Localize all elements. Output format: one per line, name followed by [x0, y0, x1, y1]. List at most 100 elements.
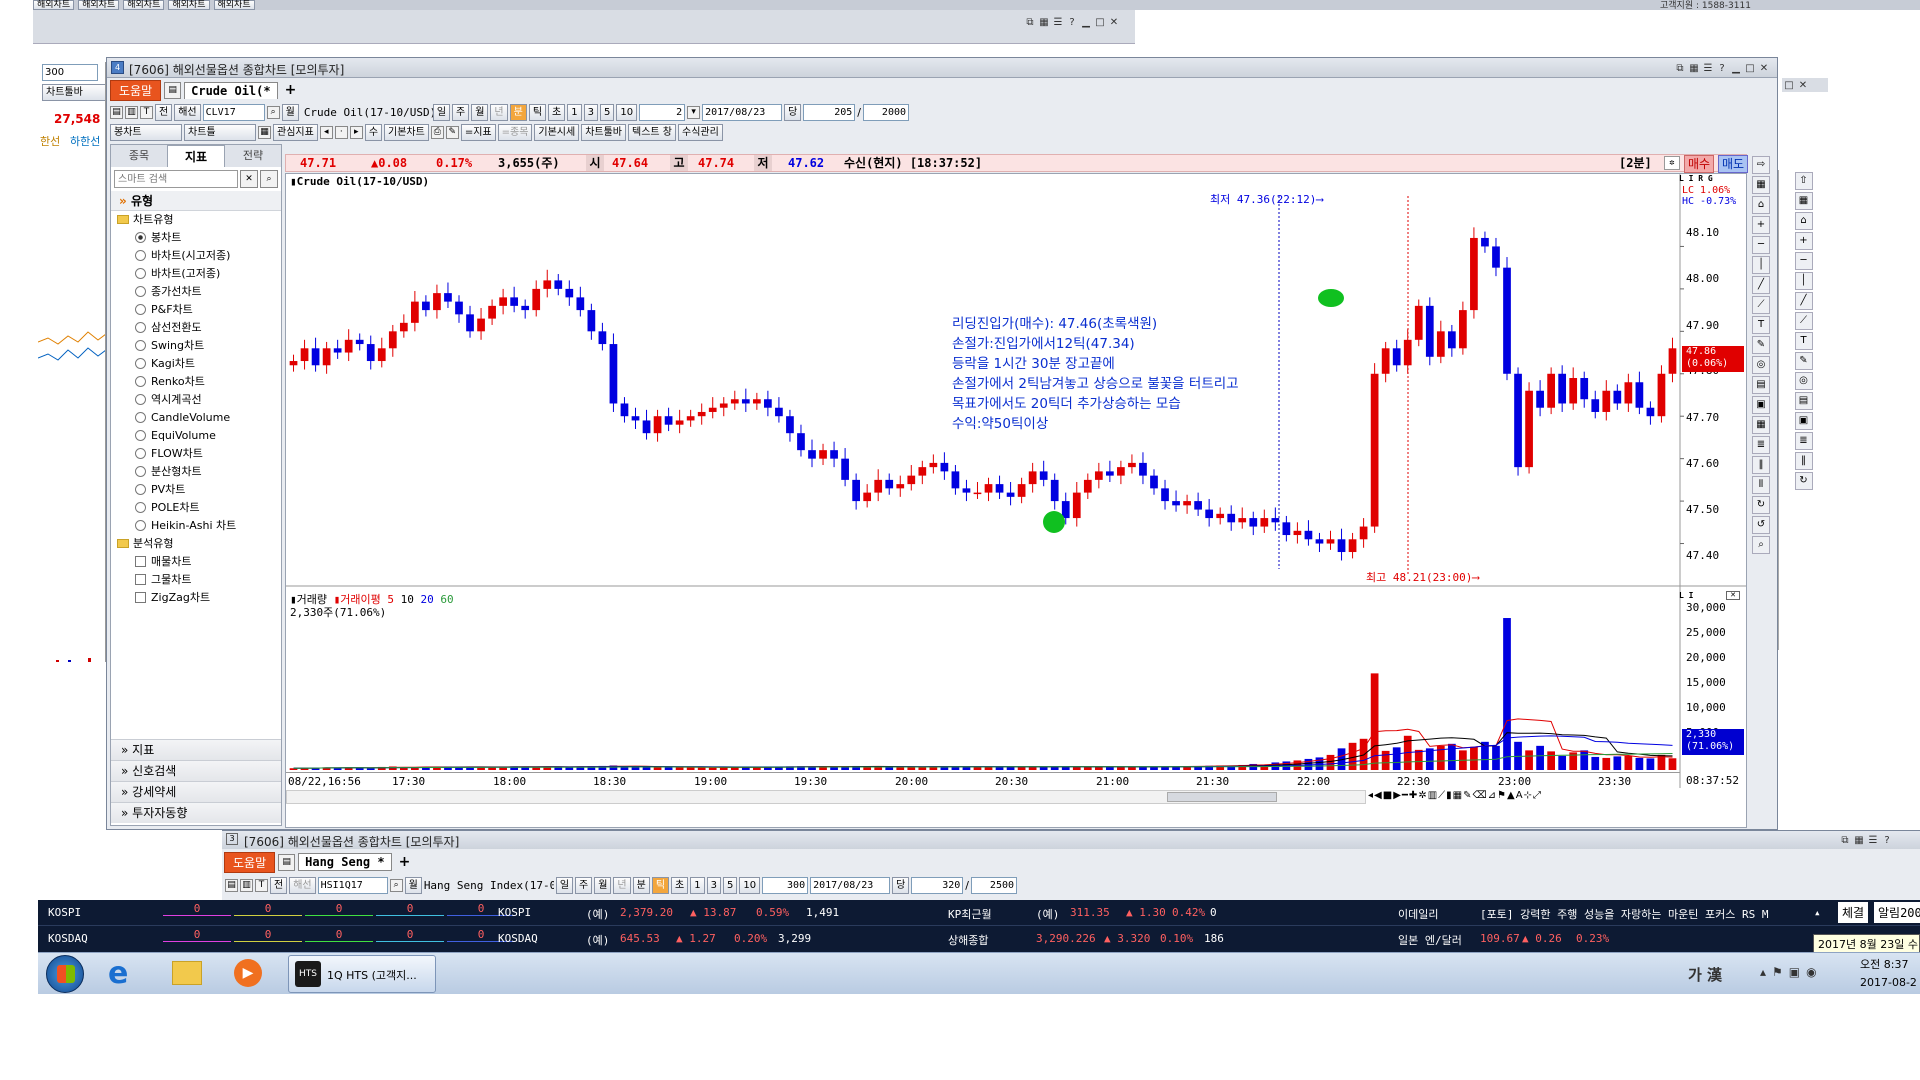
refresh-icon[interactable]: ↻	[1794, 472, 1813, 490]
month-button[interactable]: 월	[404, 876, 422, 894]
interval-combo[interactable]: 300	[762, 876, 809, 894]
buy-button[interactable]: 매수	[1684, 155, 1715, 173]
trade-tab[interactable]: 체결	[1838, 902, 1869, 923]
date-input[interactable]: 2017/08/23	[810, 876, 891, 894]
chart-type-line[interactable]: 종가선차트	[111, 283, 281, 301]
fibo-icon[interactable]: ≣	[1752, 436, 1770, 454]
pen-icon[interactable]: ✎	[1752, 336, 1770, 354]
crosshair-icon[interactable]: +	[1794, 232, 1813, 250]
print-icon[interactable]: ⎙	[430, 125, 444, 139]
period-tick[interactable]: 틱	[651, 876, 670, 894]
news-headline[interactable]: [포토] 강력한 주행 성능을 자랑하는 마운틴 포커스 RS M	[1480, 906, 1810, 922]
font-icon[interactable]: A	[1516, 790, 1523, 804]
settings-icon[interactable]: ✲	[1418, 790, 1426, 804]
calendar-icon[interactable]: ▤	[1794, 392, 1813, 410]
help-icon[interactable]: ?	[1715, 63, 1729, 75]
close-icon[interactable]: ✕	[1757, 63, 1771, 75]
chart-scrollbar[interactable]	[286, 790, 1366, 804]
up-arrow-icon[interactable]: ⇧	[1794, 172, 1813, 190]
tab-indicator[interactable]: 지표	[167, 145, 225, 167]
total-input[interactable]: 2000	[863, 103, 910, 121]
layout-icon[interactable]: ▤	[225, 878, 238, 892]
pane-close-icon[interactable]: ✕	[1726, 591, 1740, 600]
candle-icon[interactable]: ▥	[1428, 790, 1437, 804]
chart-type-swing[interactable]: Swing차트	[111, 337, 281, 355]
tab-strategy[interactable]: 전략	[225, 145, 281, 167]
volume-pane-controls[interactable]: L I	[1679, 591, 1693, 600]
interval-5[interactable]: 5	[722, 876, 738, 894]
tray-icons[interactable]: ▴⚑▣◉	[1760, 965, 1823, 979]
indicator-button[interactable]: =지표	[460, 123, 496, 141]
layout-icon[interactable]: ▦	[1794, 192, 1813, 210]
help-icon[interactable]: ?	[1880, 835, 1894, 847]
dot-icon[interactable]: ·	[334, 125, 348, 139]
scroll-left-icon[interactable]: ◂	[1368, 790, 1373, 804]
interval-combo[interactable]: 2	[639, 103, 686, 121]
interval-10[interactable]: 10	[616, 103, 638, 121]
mark-icon[interactable]: ⊿	[1488, 790, 1496, 804]
bulb-icon[interactable]: ◎	[1752, 356, 1770, 374]
search-icon[interactable]: ⌕	[389, 878, 403, 892]
arrow-icon[interactable]: ⇨	[1752, 156, 1770, 174]
magnifier-icon[interactable]: ⌕	[1752, 536, 1770, 554]
bars-icon[interactable]: ‖	[1752, 456, 1770, 474]
search-icon[interactable]: ⌕	[266, 105, 280, 119]
today-button[interactable]: 당	[892, 876, 910, 894]
period-day[interactable]: 일	[555, 876, 574, 894]
chart-type-candle[interactable]: 봉차트	[111, 229, 281, 247]
chart-type-reverse[interactable]: 역시계곡선	[111, 391, 281, 409]
pen-icon[interactable]: ✎	[1794, 352, 1813, 370]
menu-icon[interactable]: ☰	[1701, 63, 1715, 75]
total-input[interactable]: 2500	[971, 876, 1018, 894]
smart-search-input[interactable]	[114, 170, 238, 188]
box-icon[interactable]: ▣	[1794, 412, 1813, 430]
eraser-icon[interactable]: ⌫	[1473, 790, 1487, 804]
close-icon[interactable]: ✕	[1107, 17, 1121, 29]
accordion-indicator[interactable]: » 지표	[111, 739, 281, 760]
top-tab[interactable]: 해외차트	[123, 0, 165, 10]
text-icon[interactable]: T	[1752, 316, 1770, 334]
chart-tab[interactable]: Crude Oil(*	[184, 81, 278, 99]
bg-window-controls-right[interactable]: □ ✕	[1782, 78, 1828, 92]
group-analysis-type[interactable]: 분석유형	[111, 535, 281, 553]
media-player-icon[interactable]: ▶	[234, 959, 262, 987]
chart-type-heikin[interactable]: Heikin-Ashi 차트	[111, 517, 281, 535]
chart-frame-button[interactable]: 차트틀	[184, 123, 256, 141]
accordion-signal[interactable]: » 신호검색	[111, 760, 281, 781]
futures-button[interactable]: 해선	[289, 876, 316, 894]
help-icon[interactable]: ?	[1065, 17, 1079, 29]
help-button[interactable]: 도움말	[110, 79, 162, 101]
menu-icon[interactable]: ☰	[1866, 835, 1880, 847]
play-right-icon[interactable]: ▶	[1393, 790, 1401, 804]
text-icon[interactable]: T	[1794, 332, 1813, 350]
bg-window-controls[interactable]: ⧉ ▦ ☰? ▁ □ ✕	[1023, 15, 1121, 29]
chart-tab[interactable]: Hang Seng *	[298, 853, 392, 871]
home-icon[interactable]: ⌂	[1794, 212, 1813, 230]
list-icon[interactable]: ▤	[164, 81, 182, 99]
second-title-bar[interactable]: 3 [7606] 해외선물옵션 종합차트 [모의투자] ⧉ ▦ ☰?	[222, 831, 1920, 849]
taskbar-app[interactable]: HTS 1Q HTS (고객지...	[288, 955, 436, 993]
chart-type-scatter[interactable]: 분산형차트	[111, 463, 281, 481]
period-week[interactable]: 주	[452, 103, 470, 121]
period-second[interactable]: 초	[548, 103, 566, 121]
calendar-icon[interactable]: ▤	[1752, 376, 1770, 394]
trendline-icon[interactable]: ╱	[1794, 292, 1813, 310]
chart-area[interactable]: ▮Crude Oil(17-10/USD) 최저 47.36(22:12)⟶ 최…	[285, 173, 1747, 828]
restore-icon[interactable]: ⧉	[1023, 17, 1037, 29]
bg-toolbar-button[interactable]: 차트툴바	[42, 84, 105, 101]
bg-combo[interactable]: 300	[42, 64, 98, 81]
futures-button[interactable]: 해선	[174, 103, 201, 121]
chart-type-ohlc[interactable]: 바차트(시고저종)	[111, 247, 281, 265]
stop-icon[interactable]: ■	[1383, 790, 1392, 804]
chart-type-equivolume[interactable]: EquiVolume	[111, 427, 281, 445]
pen-icon[interactable]: ✎	[1463, 790, 1471, 804]
grid-lines-icon[interactable]: ▦	[1752, 416, 1770, 434]
folder-icon[interactable]	[172, 961, 202, 985]
period-month[interactable]: 월	[471, 103, 489, 121]
formula-manage-button[interactable]: 수식관리	[678, 123, 723, 141]
chart-type-pole[interactable]: POLE차트	[111, 499, 281, 517]
accordion-investor[interactable]: » 투자자동향	[111, 802, 281, 823]
period-day[interactable]: 일	[432, 103, 451, 121]
restore-icon[interactable]: ⧉	[1838, 835, 1852, 847]
all-button[interactable]: 전	[270, 876, 288, 894]
